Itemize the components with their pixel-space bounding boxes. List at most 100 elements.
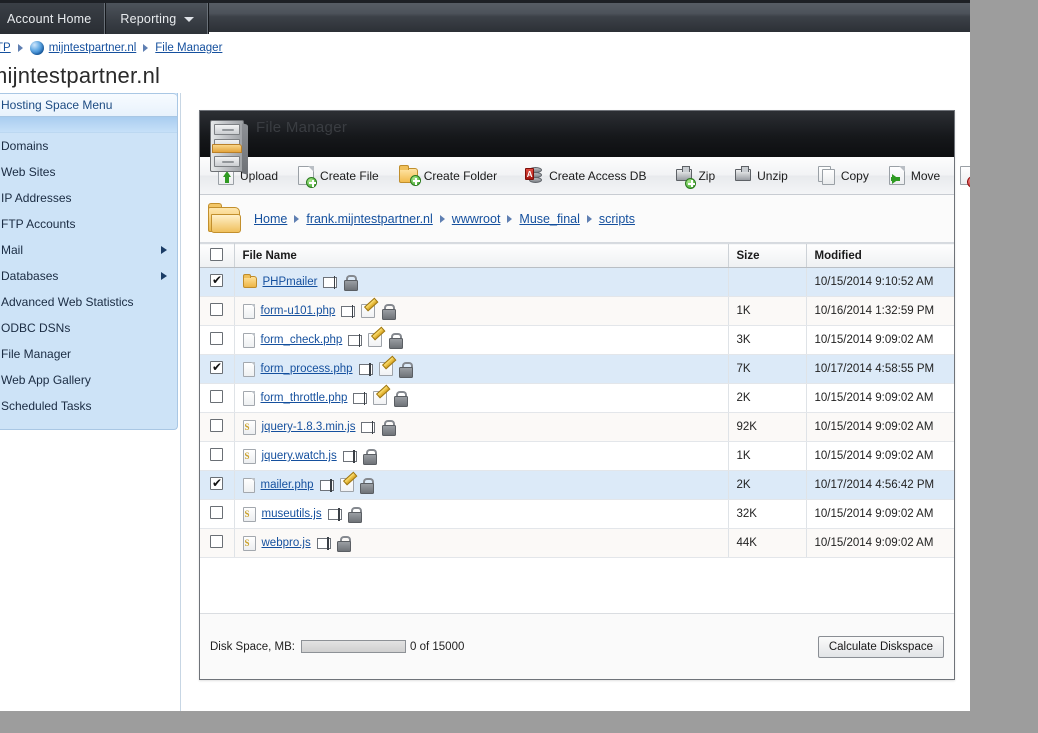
table-row[interactable]: form_check.php3K10/15/2014 9:09:02 AM <box>200 326 954 355</box>
copy-button[interactable]: Copy <box>808 161 879 191</box>
rename-icon[interactable] <box>348 335 362 346</box>
zip-button[interactable]: Zip <box>666 161 725 191</box>
file-name-link[interactable]: jquery-1.8.3.min.js <box>262 421 356 433</box>
rename-icon[interactable] <box>328 509 342 520</box>
row-checkbox[interactable] <box>210 535 223 548</box>
file-modified-cell: 10/15/2014 9:09:02 AM <box>806 500 954 529</box>
select-all-checkbox[interactable] <box>210 248 223 261</box>
sidebar-item-ftp-accounts[interactable]: FTP Accounts <box>0 211 177 237</box>
rename-icon[interactable] <box>341 306 355 317</box>
table-row[interactable]: museutils.js32K10/15/2014 9:09:02 AM <box>200 500 954 529</box>
breadcrumb-item-2[interactable]: File Manager <box>155 42 222 54</box>
row-checkbox[interactable] <box>210 477 223 490</box>
create-access-db-button[interactable]: A Create Access DB <box>517 161 656 191</box>
lock-icon[interactable] <box>381 304 394 318</box>
row-checkbox[interactable] <box>210 419 223 432</box>
sidebar-item-odbc-dsns[interactable]: ODBC DSNs <box>0 315 177 341</box>
sidebar-item-mail[interactable]: Mail <box>0 237 177 263</box>
tab-account-home[interactable]: Account Home <box>0 3 106 34</box>
lock-icon[interactable] <box>363 449 376 463</box>
path-segment-wwwroot[interactable]: wwwroot <box>452 212 501 226</box>
lock-icon[interactable] <box>348 507 361 521</box>
file-name-link[interactable]: mailer.php <box>261 479 314 491</box>
lock-icon[interactable] <box>393 391 406 405</box>
edit-icon[interactable] <box>340 478 354 492</box>
path-segment-muse-final[interactable]: Muse_final <box>519 212 579 226</box>
tab-reporting[interactable]: Reporting <box>106 3 209 34</box>
file-name-link[interactable]: PHPmailer <box>263 276 318 288</box>
file-name-link[interactable]: form_process.php <box>261 363 353 375</box>
breadcrumb-separator-icon <box>18 44 23 52</box>
table-row[interactable]: form_process.php7K10/17/2014 4:58:55 PM <box>200 355 954 384</box>
table-row[interactable]: jquery.watch.js1K10/15/2014 9:09:02 AM <box>200 442 954 471</box>
sidebar-accent-band <box>0 117 177 133</box>
js-file-icon <box>243 536 256 551</box>
path-segment-domain[interactable]: frank.mijntestpartner.nl <box>306 212 432 226</box>
file-name-link[interactable]: jquery.watch.js <box>262 450 337 462</box>
table-row[interactable]: jquery-1.8.3.min.js92K10/15/2014 9:09:02… <box>200 413 954 442</box>
column-header-size[interactable]: Size <box>728 244 806 268</box>
delete-button[interactable]: × Delete <box>950 161 970 191</box>
table-row[interactable]: webpro.js44K10/15/2014 9:09:02 AM <box>200 529 954 558</box>
lock-icon[interactable] <box>399 362 412 376</box>
create-folder-button[interactable]: Create Folder <box>389 161 507 191</box>
create-folder-icon <box>399 168 418 183</box>
lock-icon[interactable] <box>381 420 394 434</box>
breadcrumb-item-1[interactable]: mijntestpartner.nl <box>49 42 137 54</box>
lock-icon[interactable] <box>337 536 350 550</box>
row-checkbox[interactable] <box>210 274 223 287</box>
sidebar-item-file-manager[interactable]: File Manager <box>0 341 177 367</box>
unzip-button[interactable]: Unzip <box>725 161 798 191</box>
file-name-link[interactable]: form-u101.php <box>261 305 336 317</box>
file-name-link[interactable]: form_check.php <box>261 334 343 346</box>
move-button[interactable]: Move <box>879 161 950 191</box>
table-row[interactable]: PHPmailer10/15/2014 9:10:52 AM <box>200 268 954 297</box>
rename-icon[interactable] <box>361 422 375 433</box>
sidebar-item-ip-addresses[interactable]: IP Addresses <box>0 185 177 211</box>
calculate-diskspace-button[interactable]: Calculate Diskspace <box>818 636 944 658</box>
sidebar-item-advanced-web-statistics[interactable]: Advanced Web Statistics <box>0 289 177 315</box>
create-file-button[interactable]: Create File <box>288 161 389 191</box>
sidebar-item-domains[interactable]: Domains <box>0 133 177 159</box>
row-checkbox[interactable] <box>210 303 223 316</box>
file-name-link[interactable]: museutils.js <box>262 508 322 520</box>
edit-icon[interactable] <box>379 362 393 376</box>
rename-icon[interactable] <box>320 480 334 491</box>
rename-icon[interactable] <box>323 277 337 288</box>
sidebar-item-web-sites[interactable]: Web Sites <box>0 159 177 185</box>
row-checkbox[interactable] <box>210 361 223 374</box>
column-header-file-name[interactable]: File Name <box>234 244 728 268</box>
sidebar-item-scheduled-tasks[interactable]: Scheduled Tasks <box>0 393 177 419</box>
file-name-link[interactable]: webpro.js <box>262 537 311 549</box>
rename-icon[interactable] <box>343 451 357 462</box>
file-name-link[interactable]: form_throttle.php <box>261 392 348 404</box>
sidebar-item-databases[interactable]: Databases <box>0 263 177 289</box>
lock-icon[interactable] <box>360 478 373 492</box>
globe-icon <box>30 41 44 55</box>
table-row[interactable]: form_throttle.php2K10/15/2014 9:09:02 AM <box>200 384 954 413</box>
sidebar-item-web-app-gallery[interactable]: Web App Gallery <box>0 367 177 393</box>
column-header-modified[interactable]: Modified <box>806 244 954 268</box>
rename-icon[interactable] <box>317 538 331 549</box>
path-segment-scripts[interactable]: scripts <box>599 212 635 226</box>
lock-icon[interactable] <box>388 333 401 347</box>
row-checkbox[interactable] <box>210 332 223 345</box>
rename-icon[interactable] <box>359 364 373 375</box>
path-segment-home[interactable]: Home <box>254 212 287 226</box>
sidebar-item-label: Advanced Web Statistics <box>1 295 134 309</box>
rename-icon[interactable] <box>353 393 367 404</box>
edit-icon[interactable] <box>368 333 382 347</box>
row-checkbox[interactable] <box>210 506 223 519</box>
row-checkbox[interactable] <box>210 390 223 403</box>
edit-icon[interactable] <box>373 391 387 405</box>
table-row[interactable]: form-u101.php1K10/16/2014 1:32:59 PM <box>200 297 954 326</box>
row-checkbox[interactable] <box>210 448 223 461</box>
breadcrumb-item-0[interactable]: TP <box>0 42 11 54</box>
sidebar-item-label: Web Sites <box>1 165 55 179</box>
path-separator-icon <box>294 215 299 223</box>
edit-icon[interactable] <box>361 304 375 318</box>
lock-icon[interactable] <box>343 275 356 289</box>
table-row[interactable]: mailer.php2K10/17/2014 4:56:42 PM <box>200 471 954 500</box>
row-select-cell <box>200 500 234 529</box>
create-file-button-label: Create File <box>320 169 379 183</box>
